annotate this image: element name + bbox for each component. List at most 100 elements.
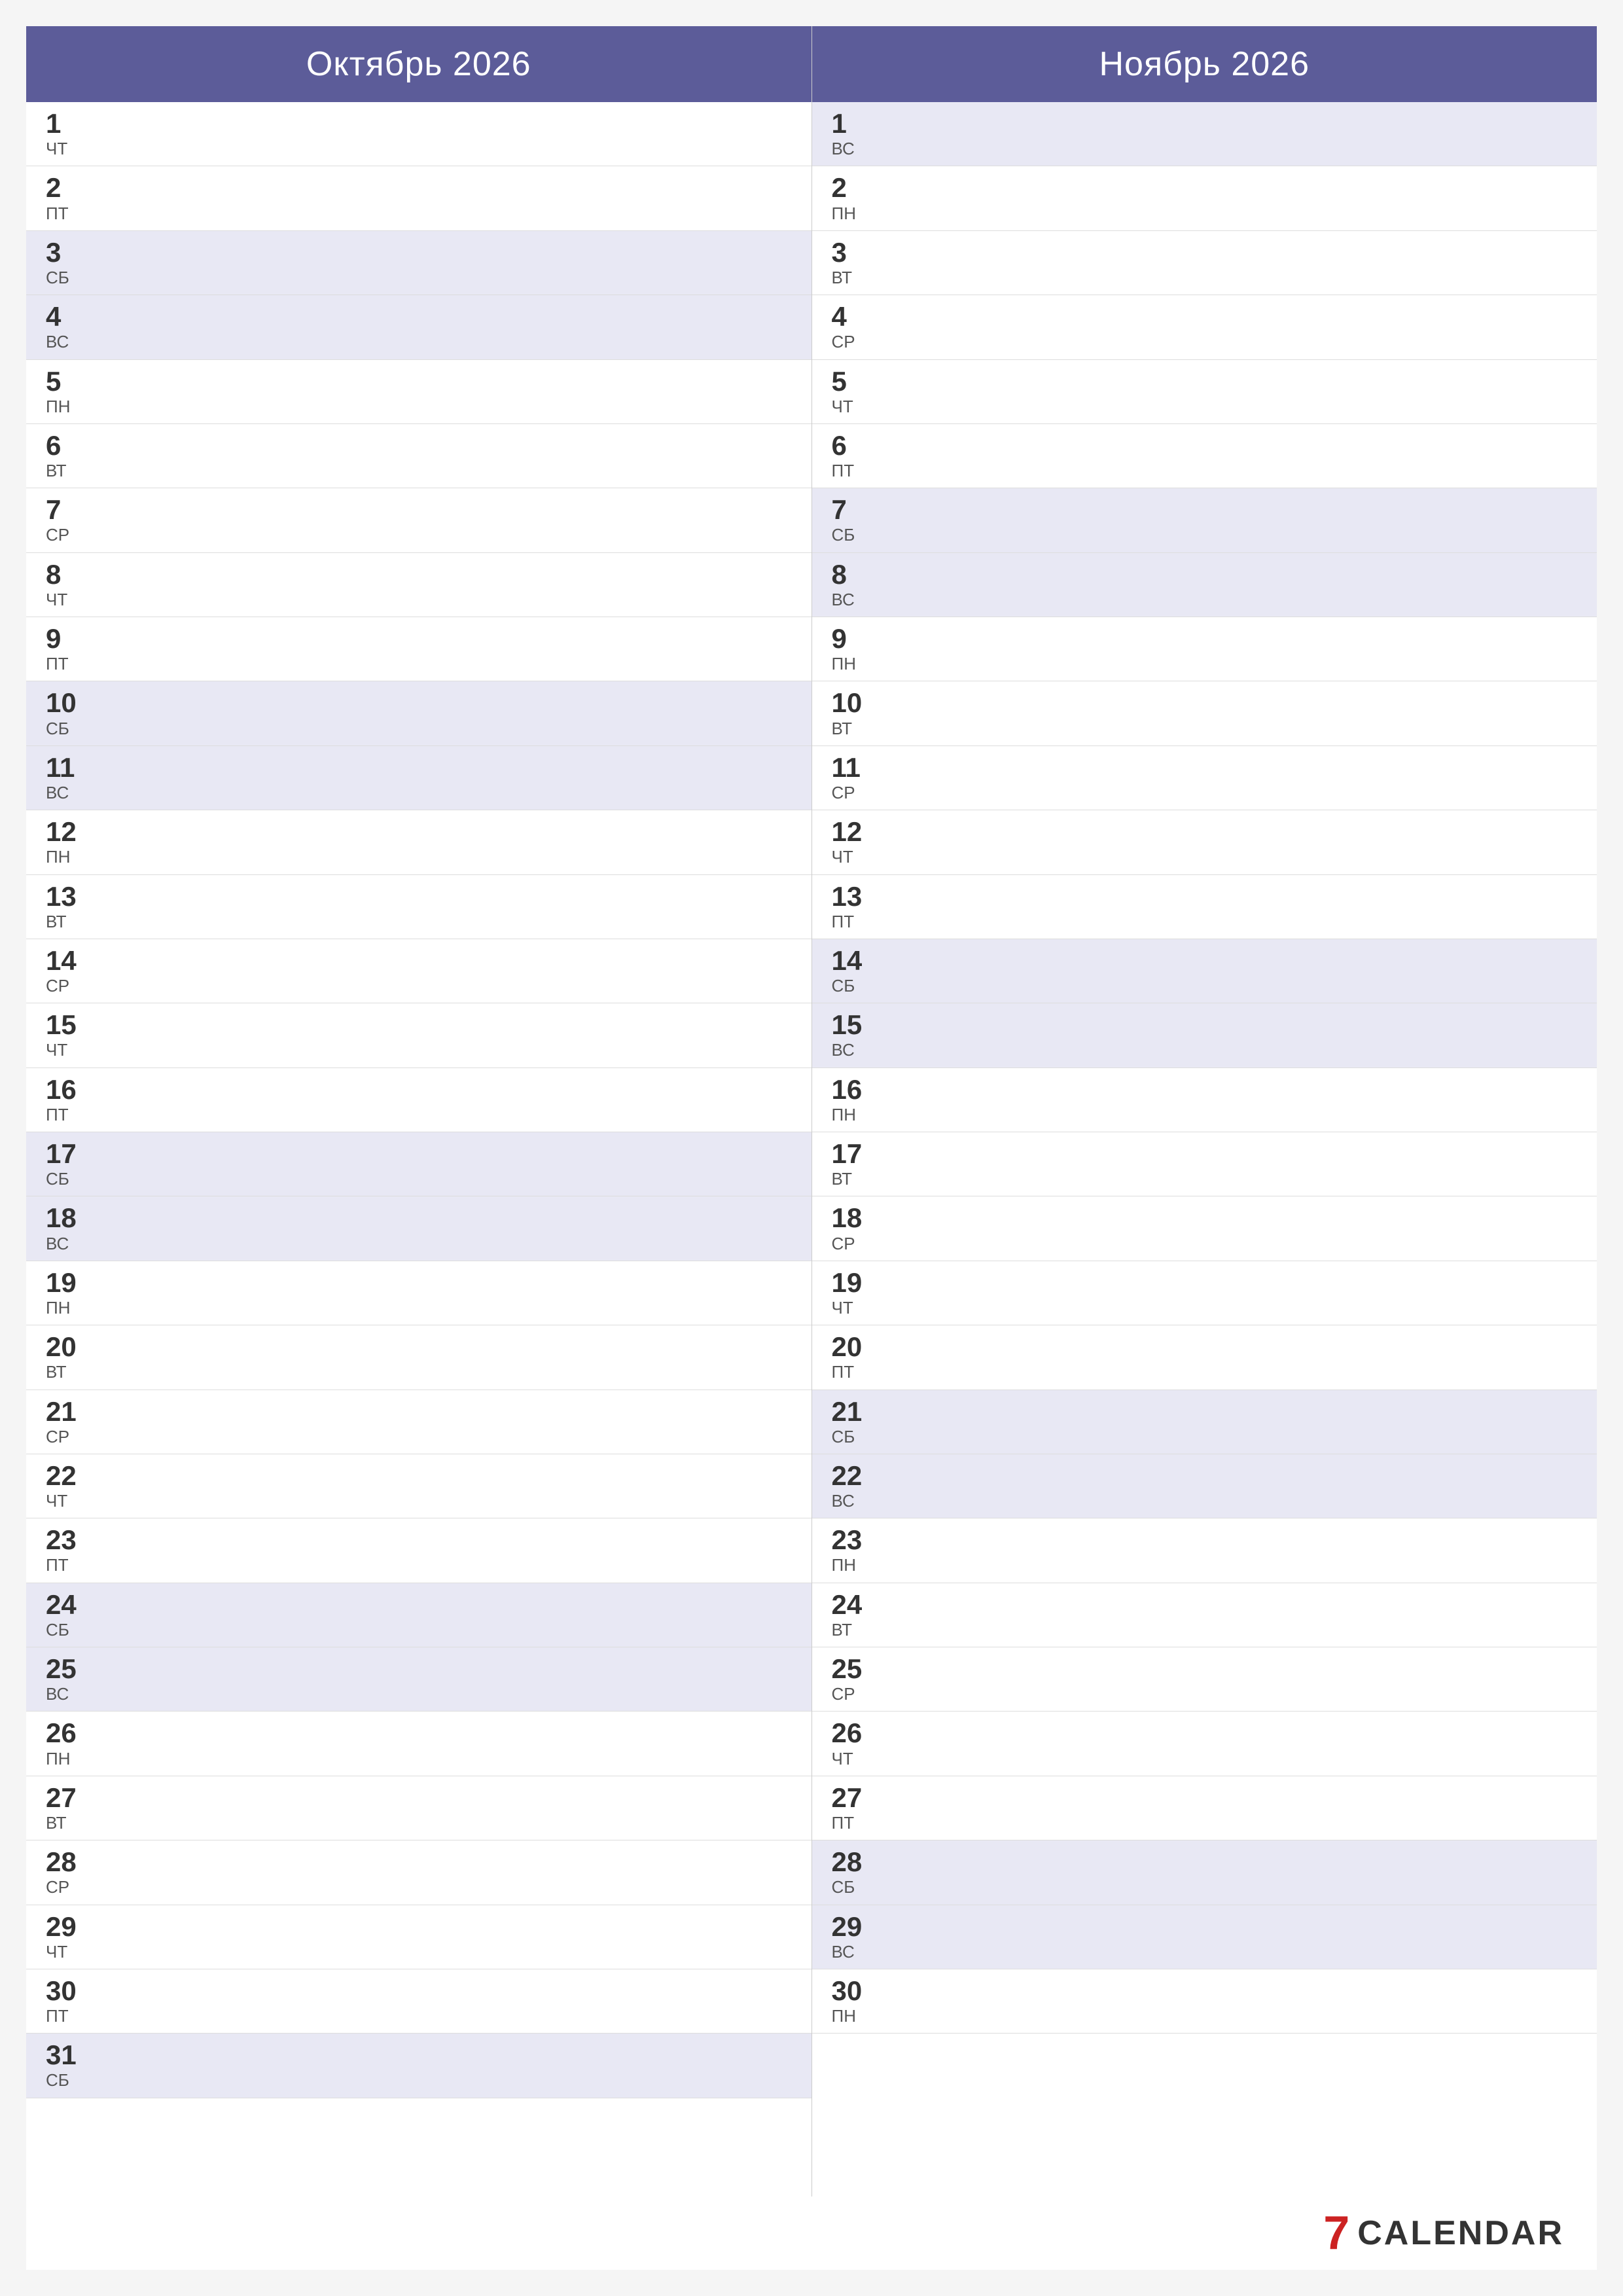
day-name: СБ — [46, 1169, 792, 1189]
day-row: 6ПТ — [812, 424, 1597, 488]
day-name: ВС — [832, 139, 1578, 159]
day-name: ПТ — [46, 654, 792, 674]
day-row: 2ПТ — [26, 166, 812, 230]
day-number: 15 — [832, 1010, 1578, 1040]
day-name: ПТ — [832, 912, 1578, 932]
day-name: ВС — [46, 1684, 792, 1704]
day-row: 1ВС — [812, 102, 1597, 166]
day-name: ВС — [832, 590, 1578, 610]
day-number: 2 — [832, 173, 1578, 203]
day-number: 4 — [46, 302, 792, 332]
day-row: 27ВТ — [26, 1776, 812, 1840]
day-number: 19 — [46, 1268, 792, 1298]
day-number: 25 — [46, 1654, 792, 1684]
day-number: 21 — [46, 1397, 792, 1427]
day-row: 3ВТ — [812, 231, 1597, 295]
day-row: 10СБ — [26, 681, 812, 745]
day-row: 26ПН — [26, 1712, 812, 1776]
day-number: 18 — [46, 1203, 792, 1233]
day-row: 15ЧТ — [26, 1003, 812, 1067]
day-number: 30 — [46, 1976, 792, 2006]
day-row: 5ЧТ — [812, 360, 1597, 424]
day-number: 6 — [46, 431, 792, 461]
day-name: ВС — [46, 783, 792, 803]
day-number: 6 — [832, 431, 1578, 461]
day-name: ВТ — [46, 1813, 792, 1833]
day-name: СБ — [832, 1427, 1578, 1447]
day-row: 28СБ — [812, 1840, 1597, 1905]
day-row: 24СБ — [26, 1583, 812, 1647]
day-name: СР — [46, 1877, 792, 1897]
day-name: ПН — [832, 1555, 1578, 1575]
day-name: ВТ — [46, 912, 792, 932]
day-name: ПТ — [832, 1362, 1578, 1382]
day-name: ПН — [46, 397, 792, 417]
day-row: 10ВТ — [812, 681, 1597, 745]
day-name: ПТ — [832, 1813, 1578, 1833]
day-name: ВТ — [832, 719, 1578, 739]
day-number: 20 — [832, 1332, 1578, 1362]
day-number: 1 — [832, 109, 1578, 139]
day-row: 12ЧТ — [812, 810, 1597, 874]
day-number: 18 — [832, 1203, 1578, 1233]
day-row: 25ВС — [26, 1647, 812, 1712]
day-name: ЧТ — [46, 1040, 792, 1060]
day-row: 17СБ — [26, 1132, 812, 1196]
day-number: 24 — [832, 1590, 1578, 1620]
day-name: ВС — [832, 1491, 1578, 1511]
day-row: 28СР — [26, 1840, 812, 1905]
day-number: 3 — [832, 238, 1578, 268]
day-number: 11 — [832, 753, 1578, 783]
day-row: 11СР — [812, 746, 1597, 810]
day-number: 3 — [46, 238, 792, 268]
day-number: 14 — [46, 946, 792, 976]
day-number: 10 — [46, 688, 792, 718]
day-name: СБ — [832, 976, 1578, 996]
day-number: 7 — [832, 495, 1578, 525]
day-row: 15ВС — [812, 1003, 1597, 1067]
day-row: 19ПН — [26, 1261, 812, 1325]
day-number: 15 — [46, 1010, 792, 1040]
day-number: 17 — [46, 1139, 792, 1169]
day-row: 14СБ — [812, 939, 1597, 1003]
day-row: 9ПН — [812, 617, 1597, 681]
day-row: 30ПН — [812, 1969, 1597, 2034]
day-row: 11ВС — [26, 746, 812, 810]
day-number: 25 — [832, 1654, 1578, 1684]
day-name: СР — [46, 976, 792, 996]
day-name: ПТ — [46, 1105, 792, 1125]
day-name: ПН — [46, 847, 792, 867]
day-number: 20 — [46, 1332, 792, 1362]
day-number: 23 — [832, 1525, 1578, 1555]
day-row: 4СР — [812, 295, 1597, 359]
day-row: 23ПТ — [26, 1518, 812, 1583]
day-name: СР — [832, 783, 1578, 803]
day-row: 7СБ — [812, 488, 1597, 552]
day-number: 27 — [46, 1783, 792, 1813]
day-number: 19 — [832, 1268, 1578, 1298]
day-number: 2 — [46, 173, 792, 203]
day-name: ЧТ — [46, 139, 792, 159]
day-number: 4 — [832, 302, 1578, 332]
day-name: ПТ — [46, 1555, 792, 1575]
day-name: СБ — [46, 2070, 792, 2090]
day-number: 8 — [46, 560, 792, 590]
day-row: 1ЧТ — [26, 102, 812, 166]
day-row: 8ЧТ — [26, 553, 812, 617]
day-name: ВТ — [832, 1620, 1578, 1640]
day-name: ЧТ — [832, 397, 1578, 417]
brand-icon: 7 — [1323, 2210, 1349, 2257]
day-name: СР — [46, 1427, 792, 1447]
footer: 7 CALENDAR — [26, 2197, 1597, 2270]
day-row: 23ПН — [812, 1518, 1597, 1583]
day-number: 1 — [46, 109, 792, 139]
day-row: 6ВТ — [26, 424, 812, 488]
day-name: СР — [832, 1234, 1578, 1254]
day-number: 23 — [46, 1525, 792, 1555]
day-row: 26ЧТ — [812, 1712, 1597, 1776]
page: Октябрь 20261ЧТ2ПТ3СБ4ВС5ПН6ВТ7СР8ЧТ9ПТ1… — [26, 26, 1597, 2270]
day-name: СБ — [46, 268, 792, 288]
day-name: ПН — [832, 2006, 1578, 2026]
month-col-october: Октябрь 20261ЧТ2ПТ3СБ4ВС5ПН6ВТ7СР8ЧТ9ПТ1… — [26, 26, 812, 2197]
day-row: 7СР — [26, 488, 812, 552]
